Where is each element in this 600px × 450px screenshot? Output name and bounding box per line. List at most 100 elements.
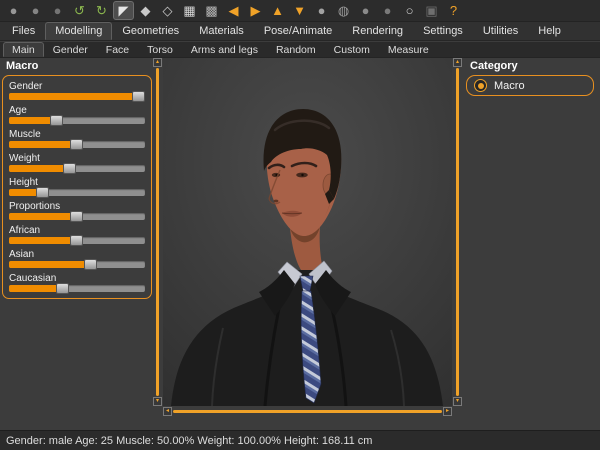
left-panel-scrollbar[interactable]: ▴ ▾ (153, 58, 162, 406)
scroll-down-button[interactable]: ▾ (153, 397, 162, 406)
undo-icon[interactable]: ↺ (69, 1, 90, 20)
symmetry-left-icon[interactable]: ◀ (223, 1, 244, 20)
slider-track[interactable] (9, 213, 145, 220)
slider-label: Weight (9, 153, 145, 164)
tab-pose-animate[interactable]: Pose/Animate (254, 22, 342, 40)
macro-panel-title: Macro (6, 60, 152, 72)
radio-dot (478, 83, 484, 89)
slider-handle[interactable] (132, 91, 145, 102)
scroll-right-button[interactable]: ▸ (443, 407, 452, 416)
slider-asian: Asian (9, 249, 145, 268)
viewport-3d[interactable] (163, 58, 452, 406)
slider-track[interactable] (9, 141, 145, 148)
scroll-thumb[interactable] (173, 410, 442, 413)
slider-handle[interactable] (56, 283, 69, 294)
tool-icon: ● (318, 4, 326, 17)
slider-track[interactable] (9, 93, 145, 100)
menu-tab-label: Materials (199, 25, 244, 37)
symmetry-up-icon[interactable]: ▲ (267, 1, 288, 20)
tab-rendering[interactable]: Rendering (342, 22, 413, 40)
category-item-macro[interactable]: Macro (474, 79, 586, 92)
slider-track[interactable] (9, 261, 145, 268)
smooth-shaded-icon[interactable]: ● (311, 1, 332, 20)
rotate-icon[interactable]: ◇ (157, 1, 178, 20)
tab-materials[interactable]: Materials (189, 22, 254, 40)
tool-icon: ◤ (119, 4, 129, 17)
slider-fill (9, 141, 77, 148)
subtab-random[interactable]: Random (267, 42, 325, 57)
subtab-gender[interactable]: Gender (44, 42, 97, 57)
scroll-thumb[interactable] (456, 68, 459, 396)
wireframe-icon[interactable]: ◍ (333, 1, 354, 20)
new-icon[interactable]: ● (3, 1, 24, 20)
scroll-track[interactable] (153, 67, 162, 397)
scroll-thumb[interactable] (156, 68, 159, 396)
slider-handle[interactable] (70, 235, 83, 246)
slider-fill (9, 213, 77, 220)
slider-handle[interactable] (63, 163, 76, 174)
tool-icon: ▦ (183, 4, 195, 17)
redo-icon[interactable]: ↻ (91, 1, 112, 20)
slider-african: African (9, 225, 145, 244)
subtab-custom[interactable]: Custom (325, 42, 379, 57)
tool-icon: ● (32, 4, 40, 17)
subtab-measure[interactable]: Measure (379, 42, 438, 57)
sub-tab-label: Torso (147, 44, 173, 56)
tab-modelling[interactable]: Modelling (45, 22, 112, 40)
grid-icon[interactable]: ▦ (179, 1, 200, 20)
texture-grid-icon[interactable]: ▩ (201, 1, 222, 20)
slider-muscle: Muscle (9, 129, 145, 148)
symmetry-right-icon[interactable]: ▶ (245, 1, 266, 20)
scroll-down-button[interactable]: ▾ (453, 397, 462, 406)
tool-icon: ▩ (205, 4, 217, 17)
sub-tab-label: Custom (334, 44, 370, 56)
open-icon[interactable]: ● (25, 1, 46, 20)
sub-tab-label: Main (12, 44, 35, 56)
symmetry-down-icon[interactable]: ▼ (289, 1, 310, 20)
scroll-up-button[interactable]: ▴ (153, 58, 162, 67)
viewport-bottom-scrollbar[interactable]: ◂ ▸ (163, 407, 452, 416)
slider-fill (9, 165, 70, 172)
slider-handle[interactable] (70, 211, 83, 222)
subtab-torso[interactable]: Torso (138, 42, 182, 57)
status-bar: Gender: male Age: 25 Muscle: 50.00% Weig… (0, 430, 600, 450)
slider-label: Height (9, 177, 145, 188)
scroll-up-button[interactable]: ▴ (453, 58, 462, 67)
pointer-icon[interactable]: ◤ (113, 1, 134, 20)
menu-tab-bar: Files Modelling Geometries Materials Pos… (0, 22, 600, 41)
slider-track[interactable] (9, 189, 145, 196)
subtab-main[interactable]: Main (3, 42, 44, 57)
material-sphere-icon[interactable]: ● (377, 1, 398, 20)
scroll-left-button[interactable]: ◂ (163, 407, 172, 416)
tool-icon: ▼ (293, 4, 306, 17)
slider-handle[interactable] (70, 139, 83, 150)
move-icon[interactable]: ◆ (135, 1, 156, 20)
macro-panel: Macro Gender Age (2, 60, 152, 299)
character-render (163, 58, 452, 406)
help-icon[interactable]: ? (443, 1, 464, 20)
subtab-face[interactable]: Face (97, 42, 138, 57)
subtab-arms-and-legs[interactable]: Arms and legs (182, 42, 267, 57)
slider-track[interactable] (9, 237, 145, 244)
tab-settings[interactable]: Settings (413, 22, 473, 40)
tab-utilities[interactable]: Utilities (473, 22, 528, 40)
slider-handle[interactable] (84, 259, 97, 270)
tool-icon: ● (10, 4, 18, 17)
scroll-track[interactable] (453, 67, 462, 397)
slider-track[interactable] (9, 165, 145, 172)
tab-geometries[interactable]: Geometries (112, 22, 189, 40)
slider-track[interactable] (9, 285, 145, 292)
slider-track[interactable] (9, 117, 145, 124)
scroll-track[interactable] (172, 407, 443, 416)
viewport-right-scrollbar[interactable]: ▴ ▾ (453, 58, 462, 406)
skeleton-icon[interactable]: ● (355, 1, 376, 20)
slider-handle[interactable] (36, 187, 49, 198)
tab-help[interactable]: Help (528, 22, 571, 40)
ring-icon[interactable]: ○ (399, 1, 420, 20)
slider-gender: Gender (9, 81, 145, 100)
tool-icon: ◇ (163, 4, 173, 17)
save-icon[interactable]: ● (47, 1, 68, 20)
slider-handle[interactable] (50, 115, 63, 126)
tab-files[interactable]: Files (2, 22, 45, 40)
camera-icon[interactable]: ▣ (421, 1, 442, 20)
